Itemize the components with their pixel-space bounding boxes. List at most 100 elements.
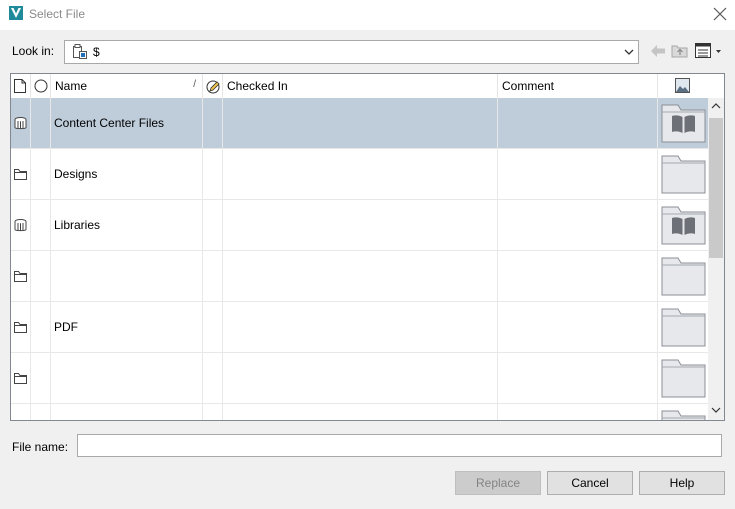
comment-cell xyxy=(498,353,658,404)
table-row[interactable] xyxy=(11,353,708,404)
checked-in-cell xyxy=(223,302,498,353)
folder-thumbnail xyxy=(661,410,706,420)
look-in-dropdown[interactable]: $ xyxy=(64,40,639,64)
comment-cell xyxy=(498,200,658,251)
thumbnail-cell xyxy=(658,353,708,404)
replace-button[interactable]: Replace xyxy=(455,471,541,495)
name-cell: PDF xyxy=(51,302,203,353)
scroll-up-icon[interactable] xyxy=(711,102,721,110)
table-row[interactable]: Content Center Files xyxy=(11,98,708,149)
file-list[interactable]: Name / Checked In Comment Content Center… xyxy=(10,73,725,421)
checkout-cell xyxy=(203,251,223,302)
status-cell xyxy=(31,404,51,420)
type-cell xyxy=(11,200,31,251)
thumbnail-cell xyxy=(658,302,708,353)
column-name-label: Name xyxy=(55,79,88,93)
checkout-cell xyxy=(203,149,223,200)
title-bar: Select File xyxy=(0,0,735,30)
column-comment-label: Comment xyxy=(502,79,555,93)
column-name[interactable]: Name / xyxy=(51,74,203,98)
scroll-down-icon[interactable] xyxy=(711,406,721,414)
checked-in-cell xyxy=(223,200,498,251)
table-row[interactable] xyxy=(11,251,708,302)
row-name: PDF xyxy=(54,320,78,334)
checked-in-cell xyxy=(223,251,498,302)
vault-app-icon xyxy=(9,6,23,20)
name-cell: Libraries xyxy=(51,200,203,251)
name-cell xyxy=(51,251,203,302)
view-menu-icon[interactable] xyxy=(694,42,724,60)
type-cell xyxy=(11,149,31,200)
look-in-value: $ xyxy=(93,45,100,59)
name-cell: Designs xyxy=(51,149,203,200)
row-name: Libraries xyxy=(54,218,101,232)
table-row[interactable] xyxy=(11,404,708,420)
comment-cell xyxy=(498,251,658,302)
type-cell xyxy=(11,302,31,353)
table-row[interactable]: PDF xyxy=(11,302,708,353)
status-cell xyxy=(31,302,51,353)
file-name-label: File name: xyxy=(12,440,69,454)
checked-in-cell xyxy=(223,98,498,149)
pencil-icon xyxy=(206,80,220,94)
close-icon[interactable] xyxy=(711,5,729,23)
window-title: Select File xyxy=(29,7,86,21)
column-thumbnail[interactable] xyxy=(658,74,708,98)
column-checked-in[interactable]: Checked In xyxy=(223,74,498,98)
scrollbar-thumb[interactable] xyxy=(709,118,723,258)
thumbnail-cell xyxy=(658,98,708,149)
table-row[interactable]: Designs xyxy=(11,149,708,200)
folder-thumbnail xyxy=(661,359,706,398)
library-thumbnail xyxy=(661,206,706,245)
up-folder-icon[interactable] xyxy=(671,43,689,58)
vault-root-icon xyxy=(73,44,87,59)
image-icon xyxy=(675,78,690,93)
comment-cell xyxy=(498,302,658,353)
document-icon xyxy=(14,79,26,93)
library-thumbnail xyxy=(661,104,706,143)
status-cell xyxy=(31,149,51,200)
column-checkout[interactable] xyxy=(203,74,223,98)
status-cell xyxy=(31,200,51,251)
help-button[interactable]: Help xyxy=(639,471,725,495)
thumbnail-cell xyxy=(658,404,708,420)
status-cell xyxy=(31,353,51,404)
row-name: Content Center Files xyxy=(54,116,165,130)
file-name-input[interactable] xyxy=(77,434,722,457)
folder-icon xyxy=(14,322,27,333)
folder-thumbnail xyxy=(661,308,706,347)
table-row[interactable]: Libraries xyxy=(11,200,708,251)
look-in-label: Look in: xyxy=(12,44,55,58)
checked-in-cell xyxy=(223,149,498,200)
column-comment[interactable]: Comment xyxy=(498,74,658,98)
vertical-scrollbar[interactable] xyxy=(708,98,724,420)
thumbnail-cell xyxy=(658,149,708,200)
type-cell xyxy=(11,404,31,420)
chevron-down-icon[interactable] xyxy=(624,47,634,57)
library-icon xyxy=(14,117,27,130)
name-cell: Content Center Files xyxy=(51,98,203,149)
checkout-cell xyxy=(203,404,223,420)
sort-indicator: / xyxy=(193,79,196,90)
library-icon xyxy=(14,219,27,232)
column-status[interactable] xyxy=(31,74,51,98)
folder-icon xyxy=(14,271,27,282)
status-cell xyxy=(31,98,51,149)
folder-icon xyxy=(14,169,27,180)
checked-in-cell xyxy=(223,404,498,420)
column-checked-in-label: Checked In xyxy=(227,79,288,93)
back-arrow-icon[interactable] xyxy=(650,44,666,58)
comment-cell xyxy=(498,98,658,149)
comment-cell xyxy=(498,404,658,420)
cancel-button[interactable]: Cancel xyxy=(547,471,633,495)
thumbnail-cell xyxy=(658,251,708,302)
checked-in-cell xyxy=(223,353,498,404)
status-cell xyxy=(31,251,51,302)
name-cell xyxy=(51,404,203,420)
column-type[interactable] xyxy=(11,74,31,98)
checkout-cell xyxy=(203,98,223,149)
checkout-cell xyxy=(203,200,223,251)
name-cell xyxy=(51,353,203,404)
type-cell xyxy=(11,353,31,404)
comment-cell xyxy=(498,149,658,200)
